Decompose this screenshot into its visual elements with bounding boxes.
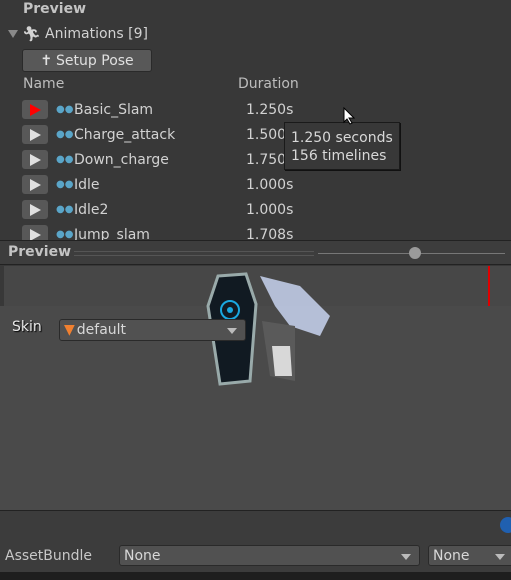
animations-label: Animations [9]: [45, 26, 148, 42]
bones-icon: ●●: [56, 104, 74, 115]
setup-pose-button[interactable]: ✝ Setup Pose: [22, 49, 152, 72]
bones-icon: ●●: [56, 129, 74, 140]
bones-icon: ●●: [56, 179, 74, 190]
playhead[interactable]: [488, 266, 490, 306]
play-icon: [29, 153, 41, 166]
animation-name: Idle: [74, 176, 100, 193]
preview-header: Preview: [23, 1, 87, 17]
chevron-down-icon: [401, 554, 411, 560]
shirt-icon: ▼: [64, 322, 75, 338]
asset-bundle-dropdown[interactable]: None: [119, 545, 420, 566]
running-figure-icon: 🏃︎: [22, 25, 42, 43]
column-duration: Duration: [238, 76, 299, 92]
play-icon: [29, 128, 41, 141]
play-button[interactable]: [22, 150, 48, 169]
pose-figure-icon: ✝: [40, 52, 53, 69]
asset-bundle-label: AssetBundle: [5, 548, 93, 564]
play-button[interactable]: [22, 100, 48, 119]
animations-foldout[interactable]: 🏃︎ Animations [9]: [8, 25, 148, 43]
asset-variant-value: None: [433, 547, 470, 564]
play-button[interactable]: [22, 175, 48, 194]
skin-label: Skin: [12, 319, 42, 335]
chevron-down-icon: [227, 328, 237, 334]
foldout-triangle-icon[interactable]: [8, 30, 18, 38]
animation-row[interactable]: ●● Idle2 1.000s: [0, 197, 511, 222]
animation-name: Down_charge: [74, 151, 169, 168]
animation-name: Idle2: [74, 201, 109, 218]
preview-bar: Preview: [0, 240, 511, 265]
mouse-cursor-icon: [343, 107, 355, 125]
play-icon: [29, 178, 41, 191]
bones-icon: ●●: [56, 229, 74, 240]
animation-row[interactable]: ●● Basic_Slam 1.250s: [0, 97, 511, 122]
asset-bundle-panel: AssetBundle None None: [0, 510, 511, 573]
animation-row[interactable]: ●● Charge_attack 1.500s: [0, 122, 511, 147]
animation-name: Charge_attack: [74, 126, 176, 143]
preview-title: Preview: [8, 244, 72, 260]
skin-value: default: [76, 322, 127, 338]
animation-row[interactable]: ●● Idle 1.000s: [0, 172, 511, 197]
animation-duration: 1.000s: [246, 201, 294, 218]
play-button[interactable]: [22, 200, 48, 219]
asset-bundle-value: None: [124, 547, 161, 564]
animation-name: Basic_Slam: [74, 101, 154, 118]
play-icon: [29, 228, 41, 241]
column-name: Name: [23, 76, 65, 92]
asset-variant-dropdown[interactable]: None: [428, 545, 511, 566]
animation-row[interactable]: ●● Down_charge 1.750s: [0, 147, 511, 172]
tooltip-line2: 156 timelines: [291, 148, 387, 164]
play-button[interactable]: [22, 125, 48, 144]
setup-pose-label: Setup Pose: [56, 52, 134, 69]
animation-duration: 1.250s: [246, 101, 294, 118]
play-icon: [29, 203, 41, 216]
divider: [74, 251, 314, 256]
label-tag-icon[interactable]: [500, 517, 511, 533]
bones-icon: ●●: [56, 154, 74, 165]
zoom-slider-thumb[interactable]: [409, 247, 422, 259]
animation-duration: 1.000s: [246, 176, 294, 193]
tooltip: 1.250 seconds 156 timelines: [284, 122, 400, 170]
bones-icon: ●●: [56, 204, 74, 215]
tooltip-line1: 1.250 seconds: [291, 130, 393, 146]
play-icon: [29, 103, 41, 116]
bottom-toolbar: [0, 572, 511, 580]
skin-dropdown[interactable]: ▼ default: [59, 319, 246, 341]
chevron-down-icon: [495, 554, 505, 560]
